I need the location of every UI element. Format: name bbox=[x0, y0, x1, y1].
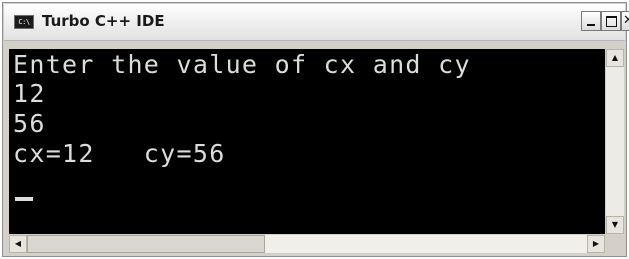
console-line-input-cx: 12 bbox=[13, 79, 46, 108]
minimize-button[interactable] bbox=[581, 11, 601, 31]
horizontal-scrollbar[interactable]: ◀ ▶ bbox=[9, 235, 605, 253]
console-line-result: cx=12 cy=56 bbox=[13, 139, 226, 168]
scrollbar-corner bbox=[606, 235, 624, 253]
arrow-left-icon: ◀ bbox=[14, 239, 22, 248]
close-icon: ✕ bbox=[623, 13, 629, 28]
arrow-down-icon: ▼ bbox=[611, 220, 619, 229]
arrow-up-icon: ▲ bbox=[611, 53, 619, 62]
maximize-button[interactable] bbox=[601, 11, 621, 31]
scroll-right-button[interactable]: ▶ bbox=[587, 235, 605, 253]
console-line-input-cy: 56 bbox=[13, 109, 46, 138]
scroll-left-button[interactable]: ◀ bbox=[9, 235, 27, 253]
scroll-down-button[interactable]: ▼ bbox=[606, 216, 624, 234]
console-output[interactable]: Enter the value of cx and cy 12 56 cx=12… bbox=[9, 49, 605, 234]
console-line-prompt: Enter the value of cx and cy bbox=[13, 50, 471, 79]
console-window: C:\ Turbo C++ IDE ✕ Enter the value of c… bbox=[2, 2, 629, 257]
window-title: Turbo C++ IDE bbox=[42, 12, 165, 30]
horizontal-scroll-thumb[interactable] bbox=[27, 235, 265, 253]
maximize-icon bbox=[605, 16, 617, 27]
vertical-scrollbar[interactable]: ▲ ▼ bbox=[606, 49, 624, 234]
close-button[interactable]: ✕ bbox=[621, 11, 629, 31]
console-window-icon[interactable]: C:\ bbox=[14, 15, 34, 29]
text-cursor bbox=[15, 197, 33, 201]
scroll-up-button[interactable]: ▲ bbox=[606, 49, 624, 67]
minimize-icon bbox=[587, 24, 595, 26]
title-bar[interactable]: C:\ Turbo C++ IDE ✕ bbox=[4, 4, 629, 41]
arrow-right-icon: ▶ bbox=[592, 239, 600, 248]
